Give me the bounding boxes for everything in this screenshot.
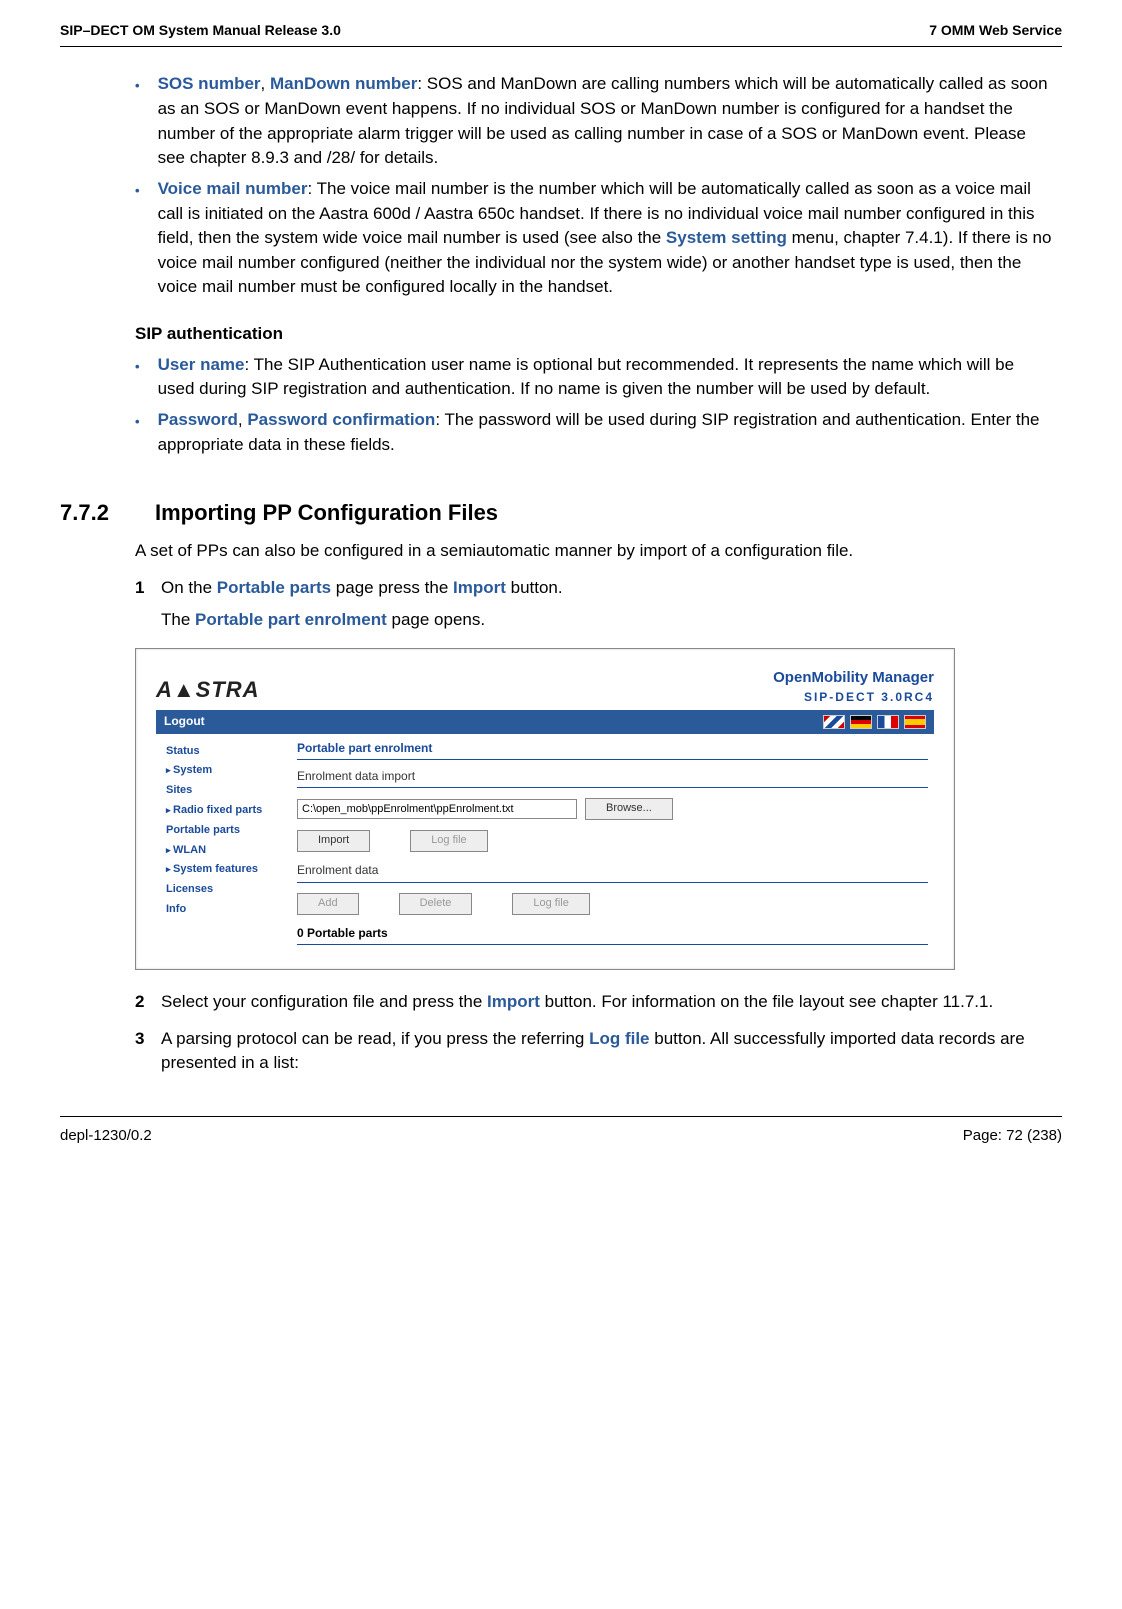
bullet-icon: • (135, 413, 140, 457)
flag-fr-icon[interactable] (877, 715, 899, 729)
term-mandown: ManDown number (270, 74, 417, 93)
logo-aastra: A▲STRA (156, 674, 260, 706)
section-number: 7.7.2 (60, 497, 155, 529)
section-import-label: Enrolment data import (297, 768, 928, 788)
language-flags (823, 715, 926, 729)
delete-button[interactable]: Delete (399, 893, 473, 915)
bullet-icon: • (135, 358, 140, 402)
nav-sites[interactable]: Sites (166, 781, 287, 801)
nav-wlan[interactable]: WLAN (166, 841, 287, 861)
footer-left: depl-1230/0.2 (60, 1125, 152, 1147)
step-1-result: The Portable part enrolment page opens. (161, 608, 1052, 633)
screenshot-enrolment: A▲STRA OpenMobility Manager SIP-DECT 3.0… (135, 648, 1062, 970)
header-rule (60, 46, 1062, 47)
bullet-icon: • (135, 182, 140, 300)
page-header: SIP–DECT OM System Manual Release 3.0 7 … (60, 20, 1062, 44)
bullet-password: • Password, Password confirmation: The p… (135, 408, 1052, 457)
panel-title: Portable part enrolment (297, 740, 928, 760)
logfile-button-2[interactable]: Log file (512, 893, 589, 915)
link-portable-parts: Portable parts (217, 578, 331, 597)
logout-link[interactable]: Logout (164, 713, 205, 730)
file-path-input[interactable] (297, 799, 577, 819)
pp-count: 0 Portable parts (297, 925, 928, 945)
bullet-text: SOS number, ManDown number: SOS and ManD… (158, 72, 1052, 171)
step-2: 2 Select your configuration file and pre… (135, 990, 1052, 1015)
link-system-setting: System setting (666, 228, 787, 247)
header-right: 7 OMM Web Service (929, 20, 1062, 40)
step-3: 3 A parsing protocol can be read, if you… (135, 1027, 1052, 1076)
footer-rule (60, 1116, 1062, 1117)
section-title: Importing PP Configuration Files (155, 497, 498, 529)
add-button[interactable]: Add (297, 893, 359, 915)
bullet-voicemail: • Voice mail number: The voice mail numb… (135, 177, 1052, 300)
nav-info[interactable]: Info (166, 900, 287, 920)
term-username: User name (158, 355, 245, 374)
link-import-2: Import (487, 992, 540, 1011)
term-voicemail: Voice mail number (158, 179, 308, 198)
nav-system-features[interactable]: System features (166, 860, 287, 880)
brand-title: OpenMobility Manager (773, 667, 934, 689)
link-pp-enrolment: Portable part enrolment (195, 610, 387, 629)
bullet-username: • User name: The SIP Authentication user… (135, 353, 1052, 402)
section-data-label: Enrolment data (297, 862, 928, 882)
bullet-text: User name: The SIP Authentication user n… (158, 353, 1052, 402)
import-button[interactable]: Import (297, 830, 370, 852)
flag-de-icon[interactable] (850, 715, 872, 729)
link-import: Import (453, 578, 506, 597)
step-1: 1 On the Portable parts page press the I… (135, 576, 1052, 601)
bullet-text: Voice mail number: The voice mail number… (158, 177, 1052, 300)
nav-licenses[interactable]: Licenses (166, 880, 287, 900)
nav-rfp[interactable]: Radio fixed parts (166, 801, 287, 821)
bullet-text: Password, Password confirmation: The pas… (158, 408, 1052, 457)
nav-pp[interactable]: Portable parts (166, 821, 287, 841)
page-footer: depl-1230/0.2 Page: 72 (238) (60, 1125, 1062, 1147)
nav-status[interactable]: Status (166, 742, 287, 762)
section-intro: A set of PPs can also be configured in a… (135, 539, 1052, 564)
sidebar-nav: Status System Sites Radio fixed parts Po… (156, 734, 291, 952)
step-number: 1 (135, 576, 161, 601)
bullet-sos: • SOS number, ManDown number: SOS and Ma… (135, 72, 1052, 171)
term-sos: SOS number (158, 74, 261, 93)
term-password: Password (158, 410, 238, 429)
section-heading: 7.7.2 Importing PP Configuration Files (60, 497, 1062, 529)
footer-right: Page: 72 (238) (963, 1125, 1062, 1147)
header-left: SIP–DECT OM System Manual Release 3.0 (60, 20, 341, 40)
flag-uk-icon[interactable] (823, 715, 845, 729)
link-logfile: Log file (589, 1029, 649, 1048)
step-number: 2 (135, 990, 161, 1015)
bullet-icon: • (135, 77, 140, 171)
nav-system[interactable]: System (166, 761, 287, 781)
sip-auth-heading: SIP authentication (135, 322, 1062, 347)
brand-version: SIP-DECT 3.0RC4 (773, 689, 934, 706)
browse-button[interactable]: Browse... (585, 798, 673, 820)
logfile-button-1[interactable]: Log file (410, 830, 487, 852)
flag-es-icon[interactable] (904, 715, 926, 729)
term-password-confirm: Password confirmation (247, 410, 435, 429)
step-number: 3 (135, 1027, 161, 1076)
